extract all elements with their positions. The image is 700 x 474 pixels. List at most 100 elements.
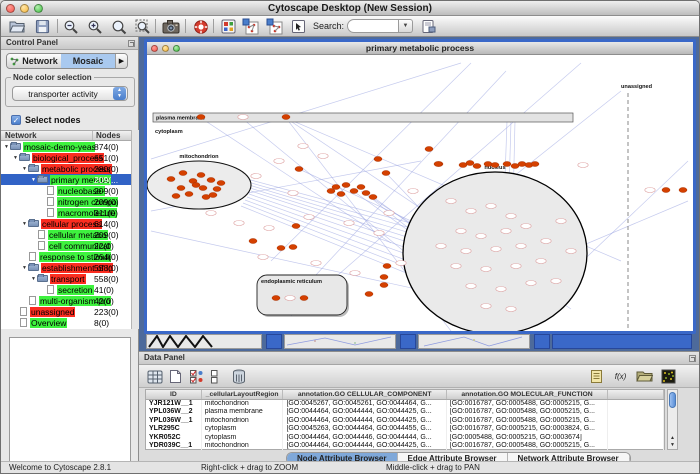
network-node[interactable] [531,162,539,167]
network-node[interactable] [486,204,496,209]
expand-triangle-icon[interactable]: ▼ [3,144,10,150]
network-node[interactable] [466,209,476,214]
background-window-fragment[interactable] [418,334,530,349]
network-node[interactable] [396,261,406,266]
network-node[interactable] [451,264,461,269]
vizmapper-icon[interactable] [219,17,238,36]
search-dropdown-icon[interactable]: ▼ [399,19,413,33]
background-window-fragment[interactable] [400,334,416,349]
network-node[interactable] [491,247,501,252]
network-node[interactable] [466,161,474,166]
manage-networks-icon[interactable] [419,17,438,36]
column-header[interactable]: ID [146,390,202,399]
expand-triangle-icon[interactable]: ▼ [21,265,28,271]
network-node[interactable] [172,194,180,199]
column-header[interactable]: annotation.GO MOLECULAR_FUNCTION [447,390,608,399]
network-node[interactable] [350,271,360,276]
network-node[interactable] [272,296,280,301]
network-node[interactable] [217,181,225,186]
unselect-all-attributes-icon[interactable] [208,367,227,386]
attribute-table-icon[interactable] [145,367,164,386]
network-node[interactable] [300,296,308,301]
select-nodes-checkbox[interactable]: ✓ [11,115,21,125]
background-window-fragment[interactable] [552,334,692,349]
network-node[interactable] [185,192,193,197]
network-node[interactable] [481,267,491,272]
column-header[interactable]: annotation.GO CELLULAR_COMPONENT [283,390,446,399]
tree-scrollbar[interactable] [131,130,139,329]
network-node[interactable] [277,246,285,251]
network-node[interactable] [362,191,370,196]
import-attributes-icon[interactable] [635,367,654,386]
network-node[interactable] [213,187,221,192]
background-window-fragment[interactable] [534,334,550,349]
network-node[interactable] [251,174,261,179]
tree-row[interactable]: multi-organism pro42(0) [1,295,131,306]
expand-triangle-icon[interactable]: ▼ [30,276,37,282]
network-node[interactable] [578,163,588,168]
network-node[interactable] [434,162,442,167]
network-node[interactable] [501,229,511,234]
network-node[interactable] [264,226,274,231]
network-node[interactable] [566,249,576,254]
network-node[interactable] [662,188,670,193]
network-node[interactable] [344,221,354,226]
background-window-fragment[interactable] [146,334,262,349]
network-node[interactable] [484,162,492,167]
network-node[interactable] [506,214,516,219]
tree-row[interactable]: ▼transport558(0) [1,273,131,284]
network-node[interactable] [298,144,308,149]
network-node[interactable] [209,193,217,198]
zoom-selected-icon[interactable] [109,17,128,36]
network-node[interactable] [425,147,433,152]
network-node[interactable] [207,178,215,183]
float-panel-icon[interactable] [128,40,135,47]
tree-row[interactable]: ▼establishment of lo558(0) [1,262,131,273]
tree-row[interactable]: nucleobase-209(0) [1,185,131,196]
network-node[interactable] [516,244,526,249]
table-row[interactable]: YKR052Ccytoplasm[GO:0044464, GO:0044446,… [146,434,664,442]
network-node[interactable] [167,177,175,182]
network-view-titlebar[interactable]: primary metabolic process [147,42,693,55]
network-node[interactable] [446,199,456,204]
network-node[interactable] [518,162,526,167]
tree-row[interactable]: cell communicat22(0) [1,240,131,251]
network-node[interactable] [369,195,377,200]
network-node[interactable] [503,162,511,167]
network-node[interactable] [292,224,300,229]
network-node[interactable] [285,296,295,301]
function-builder-icon[interactable]: f(x) [611,367,630,386]
network-node[interactable] [258,255,268,260]
attribute-list-icon[interactable] [587,367,606,386]
network-node[interactable] [521,224,531,229]
tree-row[interactable]: secretion41(0) [1,284,131,295]
network-node[interactable] [476,234,486,239]
network-node[interactable] [380,283,388,288]
delete-attribute-icon[interactable] [229,367,248,386]
tree-row[interactable]: ▼metabolic process280(0) [1,163,131,174]
background-window-fragment[interactable] [266,334,282,349]
network-node[interactable] [374,157,382,162]
network-node[interactable] [274,159,284,164]
network-node[interactable] [380,275,388,280]
tree-row[interactable]: nitrogen compo209(0) [1,196,131,207]
network-node[interactable] [318,154,328,159]
network-node[interactable] [234,221,244,226]
network-node[interactable] [384,211,394,216]
tree-row[interactable]: cellular metabo209(0) [1,229,131,240]
tree-row[interactable]: Overview8(0) [1,317,131,328]
network-node[interactable] [206,211,216,216]
tree-row[interactable]: ▼primary metabo209(... [1,174,131,185]
network-node[interactable] [473,164,481,169]
table-row[interactable]: YPL036W__1mitochondrion[GO:0044464, GO:0… [146,417,664,425]
network-node[interactable] [179,171,187,176]
network-node[interactable] [496,287,506,292]
network-node[interactable] [337,192,345,197]
snapshot-icon[interactable] [161,17,180,36]
network-canvas[interactable]: plasma membranecytoplasmmitochondrionnuc… [147,55,693,331]
node-color-dropdown[interactable]: transporter activity ▲▼ [12,86,128,101]
column-header[interactable]: _cellularLayoutRegion [202,390,284,399]
network-node[interactable] [374,231,384,236]
search-input[interactable] [347,19,399,33]
layout-b-icon[interactable] [265,17,284,36]
